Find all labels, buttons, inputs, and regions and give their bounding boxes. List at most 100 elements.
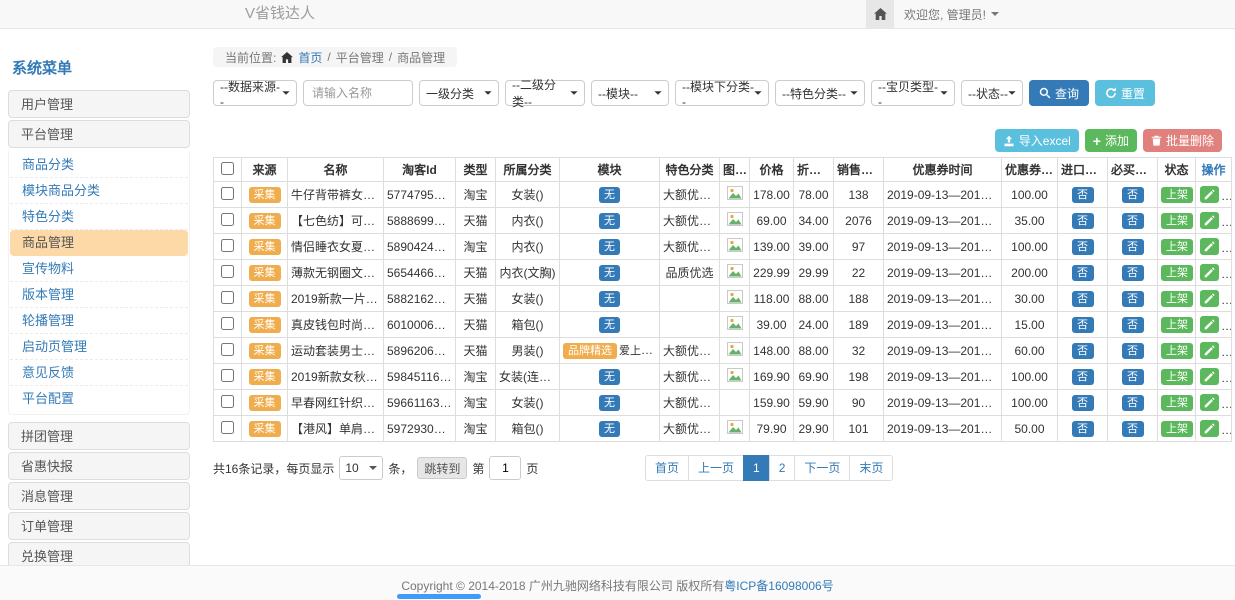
import-select-toggle[interactable]: 否 [1072, 317, 1094, 333]
sidebar-section[interactable]: 拼团管理 [8, 422, 190, 450]
status-toggle[interactable]: 上架 [1161, 343, 1193, 359]
status-toggle[interactable]: 上架 [1161, 369, 1193, 385]
edit-button[interactable] [1200, 290, 1219, 307]
jump-page-input[interactable] [489, 456, 521, 480]
status-toggle[interactable]: 上架 [1161, 239, 1193, 255]
must-buy-toggle[interactable]: 否 [1122, 421, 1144, 437]
edit-button[interactable] [1200, 394, 1219, 411]
icp-link[interactable]: 粤ICP备16098006号 [724, 579, 833, 593]
edit-button[interactable] [1200, 212, 1219, 229]
import-select-toggle[interactable]: 否 [1072, 343, 1094, 359]
must-buy-toggle[interactable]: 否 [1122, 317, 1144, 333]
page-button[interactable]: 末页 [849, 455, 893, 481]
reset-button[interactable]: 重置 [1095, 80, 1155, 106]
sidebar-item[interactable]: 商品管理 [10, 230, 188, 256]
jump-button[interactable]: 跳转到 [417, 457, 467, 479]
edit-button[interactable] [1200, 342, 1219, 359]
must-buy-toggle[interactable]: 否 [1122, 395, 1144, 411]
search-button[interactable]: 查询 [1029, 80, 1089, 106]
sidebar-item[interactable]: 版本管理 [10, 282, 188, 308]
status-toggle[interactable]: 上架 [1161, 265, 1193, 281]
per-page-select[interactable]: 10 [339, 456, 383, 480]
select-all-checkbox[interactable] [221, 162, 234, 175]
horizontal-scrollbar-thumb[interactable] [397, 594, 481, 599]
sidebar-item[interactable]: 模块商品分类 [10, 178, 188, 204]
filter-select[interactable]: --特色分类-- [775, 80, 865, 106]
row-checkbox[interactable] [221, 343, 234, 356]
copyright-label: Copyright © 2014-2018 广州九驰网络科技有限公司 版权所有 [401, 579, 724, 593]
batch-delete-button[interactable]: 批量删除 [1143, 129, 1222, 152]
status-toggle[interactable]: 上架 [1161, 395, 1193, 411]
import-select-toggle[interactable]: 否 [1072, 265, 1094, 281]
name-search-input[interactable] [303, 80, 413, 106]
sidebar-section[interactable]: 平台管理 [8, 120, 190, 148]
sidebar-item[interactable]: 轮播管理 [10, 308, 188, 334]
status-toggle[interactable]: 上架 [1161, 421, 1193, 437]
sidebar-item[interactable]: 特色分类 [10, 204, 188, 230]
status-toggle[interactable]: 上架 [1161, 213, 1193, 229]
status-toggle[interactable]: 上架 [1161, 317, 1193, 333]
row-checkbox[interactable] [221, 239, 234, 252]
must-buy-toggle[interactable]: 否 [1122, 343, 1144, 359]
must-buy-toggle[interactable]: 否 [1122, 291, 1144, 307]
row-checkbox[interactable] [221, 317, 234, 330]
import-select-toggle[interactable]: 否 [1072, 187, 1094, 203]
page-button[interactable]: 2 [769, 455, 796, 481]
import-select-toggle[interactable]: 否 [1072, 291, 1094, 307]
sidebar-item[interactable]: 商品分类 [10, 152, 188, 178]
sidebar-item[interactable]: 启动页管理 [10, 334, 188, 360]
sidebar-section[interactable]: 订单管理 [8, 512, 190, 540]
edit-button[interactable] [1200, 264, 1219, 281]
status-cell: 上架 [1158, 390, 1196, 416]
row-checkbox[interactable] [221, 291, 234, 304]
sidebar-section[interactable]: 省惠快报 [8, 452, 190, 480]
filter-select[interactable]: 一级分类 [419, 80, 499, 106]
filter-select[interactable]: --宝贝类型-- [871, 80, 955, 106]
breadcrumb-home-link[interactable]: 首页 [298, 49, 322, 66]
row-checkbox[interactable] [221, 395, 234, 408]
row-checkbox[interactable] [221, 213, 234, 226]
import-select-toggle[interactable]: 否 [1072, 239, 1094, 255]
filter-select-source[interactable]: --数据来源-- [213, 80, 297, 106]
row-checkbox[interactable] [221, 369, 234, 382]
must-buy-toggle[interactable]: 否 [1122, 187, 1144, 203]
category-cell: 箱包() [496, 416, 560, 442]
import-select-toggle[interactable]: 否 [1072, 369, 1094, 385]
edit-button[interactable] [1200, 316, 1219, 333]
page-button[interactable]: 上一页 [688, 455, 744, 481]
must-buy-toggle[interactable]: 否 [1122, 265, 1144, 281]
edit-button[interactable] [1200, 186, 1219, 203]
row-checkbox[interactable] [221, 187, 234, 200]
page-button[interactable]: 1 [743, 455, 770, 481]
import-excel-button[interactable]: 导入excel [995, 129, 1079, 152]
edit-button[interactable] [1200, 368, 1219, 385]
sidebar-section[interactable]: 用户管理 [8, 90, 190, 118]
sidebar-item[interactable]: 平台配置 [10, 386, 188, 412]
sidebar-item[interactable]: 宣传物料 [10, 256, 188, 282]
home-shortcut-button[interactable] [866, 0, 894, 28]
status-toggle[interactable]: 上架 [1161, 187, 1193, 203]
sidebar-item[interactable]: 意见反馈 [10, 360, 188, 386]
filter-select[interactable]: --模块下分类-- [675, 80, 769, 106]
must-buy-toggle[interactable]: 否 [1122, 239, 1144, 255]
row-checkbox[interactable] [221, 265, 234, 278]
filter-select[interactable]: --二级分类-- [505, 80, 585, 106]
status-toggle[interactable]: 上架 [1161, 291, 1193, 307]
import-select-toggle[interactable]: 否 [1072, 421, 1094, 437]
must-buy-toggle[interactable]: 否 [1122, 369, 1144, 385]
source-cell: 采集 [242, 390, 288, 416]
import-select-toggle[interactable]: 否 [1072, 213, 1094, 229]
user-menu[interactable]: 欢迎您, 管理员! [904, 0, 999, 28]
must-buy-toggle[interactable]: 否 [1122, 213, 1144, 229]
price-cell: 39.00 [750, 312, 794, 338]
row-checkbox[interactable] [221, 421, 234, 434]
filter-select[interactable]: --模块-- [591, 80, 669, 106]
import-select-toggle[interactable]: 否 [1072, 395, 1094, 411]
page-button[interactable]: 下一页 [794, 455, 850, 481]
add-button[interactable]: + 添加 [1085, 129, 1137, 152]
edit-button[interactable] [1200, 420, 1219, 437]
filter-select[interactable]: --状态-- [961, 80, 1023, 106]
sidebar-section[interactable]: 消息管理 [8, 482, 190, 510]
edit-button[interactable] [1200, 238, 1219, 255]
page-button[interactable]: 首页 [645, 455, 689, 481]
